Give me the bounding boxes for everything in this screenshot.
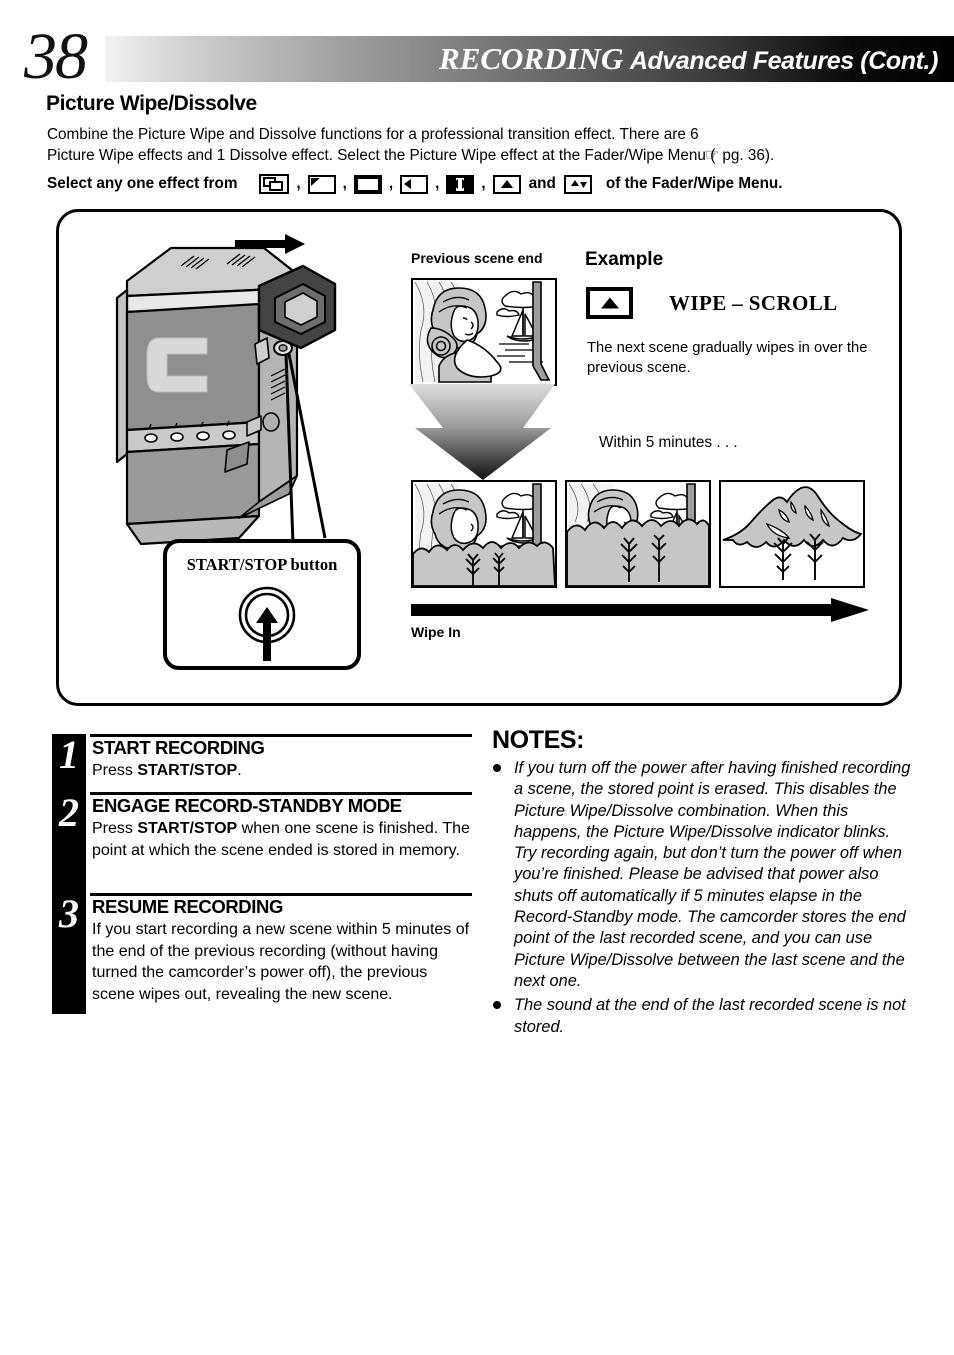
header-title-main: RECORDING [439, 41, 624, 76]
transition-down-arrow [409, 384, 559, 485]
callout-label: START/STOP button [186, 555, 338, 574]
step-heading: START RECORDING [92, 737, 265, 758]
select-tail-label: of the Fader/Wipe Menu. [605, 175, 783, 192]
page-header: 38 RECORDING Advanced Features (Cont.) [0, 20, 954, 93]
step-body: Press START/STOP when one scene is finis… [92, 817, 472, 861]
step-number: 2 [59, 790, 79, 835]
wipe-scroll-up-icon [586, 287, 633, 319]
step-body-bold: START/STOP [137, 762, 238, 779]
wipe-effect-name: WIPE – SCROLL [669, 291, 838, 315]
step-divider [90, 734, 472, 737]
scene-wipe-step-1 [411, 480, 557, 588]
start-stop-callout: START/STOP button [163, 539, 361, 670]
previous-scene-label: Previous scene end [411, 250, 543, 266]
wipe-effect-description: The next scene gradually wipes in over t… [587, 340, 868, 376]
triangle-up-glyph [500, 180, 513, 188]
step-body-pre: Press [92, 762, 138, 779]
corner-wipe-icon[interactable] [307, 174, 336, 194]
separator: , [388, 175, 394, 192]
header-title: RECORDING Advanced Features (Cont.) [439, 40, 938, 84]
steps-list: 1 START RECORDING Press START/STOP. 2 EN… [52, 734, 472, 1014]
illustration-panel: START/STOP button Previous scene end Exa… [56, 209, 902, 706]
step-body-post: . [237, 762, 242, 779]
step-body: If you start recording a new scene withi… [92, 921, 470, 1003]
step-number: 3 [59, 891, 79, 936]
step-heading: ENGAGE RECORD-STANDBY MODE [92, 795, 402, 816]
within-time-label: Within 5 minutes . . . [599, 434, 738, 451]
note-text: If you turn off the power after having f… [514, 759, 911, 990]
effect-select-line: Select any one effect from , , , , , and [47, 172, 927, 196]
separator: , [435, 175, 440, 192]
note-text: The sound at the end of the last recorde… [514, 996, 906, 1036]
step-item: 1 START RECORDING Press START/STOP. [52, 734, 472, 792]
step-item: 3 RESUME RECORDING If you start recordin… [52, 893, 472, 1014]
bullet-icon [493, 764, 501, 772]
dissolve-icon[interactable] [259, 174, 290, 194]
wipe-direction-arrow [411, 598, 871, 627]
scene-wipe-step-2 [565, 480, 711, 588]
wipe-door-icon[interactable] [563, 174, 592, 194]
section-intro: Combine the Picture Wipe and Dissolve fu… [47, 126, 716, 164]
separator: , [342, 175, 347, 192]
wipe-center-out-icon[interactable] [446, 174, 475, 194]
step-heading: RESUME RECORDING [92, 896, 283, 917]
wipe-left-icon[interactable] [400, 174, 429, 194]
camcorder-illustration [89, 226, 349, 556]
example-label: Example [585, 249, 664, 270]
page-reference-label: pg. 36). [722, 147, 775, 164]
step-body: Press START/STOP. [92, 759, 472, 782]
notes-title: NOTES: [492, 726, 585, 754]
start-stop-button-diagram[interactable] [225, 585, 309, 670]
page-reference[interactable]: ☞ pg. 36). [705, 145, 774, 165]
note-item: The sound at the end of the last recorde… [492, 995, 912, 1038]
step-item: 2 ENGAGE RECORD-STANDBY MODE Press START… [52, 792, 472, 893]
separator: , [481, 175, 486, 192]
scene-mountain [719, 480, 865, 588]
pointing-hand-icon: ☞ [705, 147, 720, 164]
step-body-bold: START/STOP [137, 820, 238, 837]
section-title: Picture Wipe/Dissolve [46, 92, 257, 115]
select-lead-label: Select any one effect from [47, 175, 238, 192]
window-wipe-icon[interactable] [353, 174, 382, 194]
wipe-scroll-up-icon[interactable] [492, 174, 521, 194]
note-item: If you turn off the power after having f… [492, 758, 912, 992]
bullet-icon [493, 1001, 501, 1010]
step-divider [90, 893, 472, 896]
step-number: 1 [59, 732, 79, 777]
step-divider [90, 792, 472, 795]
triangle-up-glyph [600, 297, 619, 309]
scene-woman-sailboat [411, 278, 557, 386]
select-conjunction-label: and [528, 175, 556, 192]
page-number: 38 [24, 20, 88, 93]
separator: , [296, 175, 301, 192]
notes-section: NOTES: If you turn off the power after h… [492, 726, 912, 1038]
step-body-pre: Press [92, 820, 138, 837]
header-title-sub: Advanced Features (Cont.) [629, 47, 939, 75]
